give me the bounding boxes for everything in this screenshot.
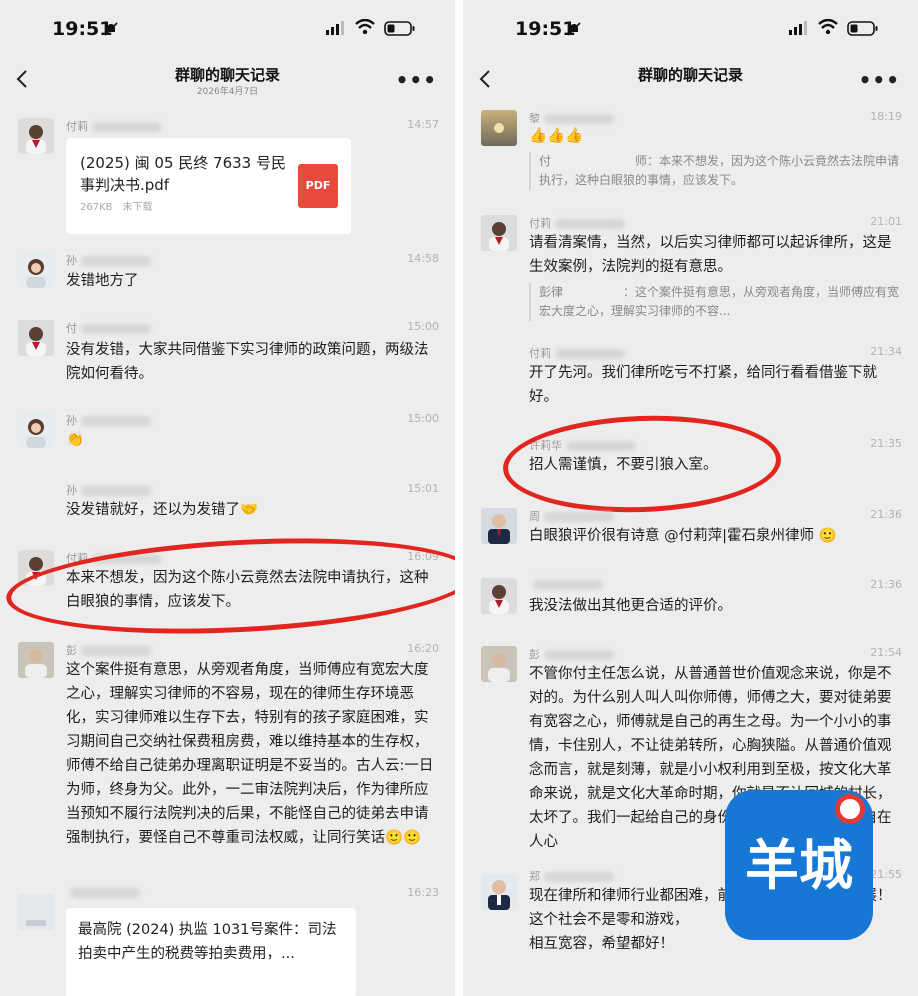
- avatar: [18, 118, 54, 154]
- avatar: [481, 578, 517, 614]
- message-time: 21:55: [870, 868, 902, 881]
- page-date: 2026年4月7日: [196, 87, 259, 97]
- page-title: 群聊的聊天记录: [637, 66, 743, 84]
- status-bar: 19:51: [463, 0, 918, 58]
- file-name: (2025) 闽 05 民终 7633 号民事判决书.pdf: [80, 154, 286, 194]
- quoted-message[interactable]: 付 师：本来不想发，因为这个陈小云竟然去法院申请执行，这种白眼狼的事情，应该发下…: [529, 152, 900, 190]
- message-text: 没有发错，大家共同借鉴下实习律师的政策问题，两级法院如何看待。: [66, 342, 429, 382]
- sender-name: [66, 886, 186, 899]
- message-text: 没发错就好，还以为发错了🤝: [66, 502, 259, 518]
- message-item: 付莉 14:57 (2025) 闽 05 民终 7633 号民事判决书.pdf …: [0, 118, 455, 238]
- message-item: 彭 16:20 这个案件挺有意思，从旁观者角度，当师傅应有宽宏大度之心，理解实习…: [0, 642, 455, 872]
- nav-bar: 群聊的聊天记录 2026年4月7日 •••: [0, 58, 455, 102]
- avatar: [481, 110, 517, 146]
- nav-bar: 群聊的聊天记录 •••: [463, 58, 918, 102]
- message-item: 黎 18:19 👍👍👍 付 师：本来不想发，因为这个陈小云竟然去法院申请执行，这…: [463, 110, 918, 190]
- message-time: 14:58: [407, 252, 439, 265]
- message-time: 16:20: [407, 642, 439, 655]
- avatar: [18, 894, 54, 930]
- message-text: 👏: [66, 432, 85, 448]
- message-item: 孙 15:01 没发错就好，还以为发错了🤝: [0, 482, 455, 522]
- wifi-icon: [818, 19, 838, 35]
- pdf-file-icon: PDF: [298, 164, 338, 208]
- sender-name: 付莉: [529, 345, 649, 361]
- message-time: 21:36: [870, 508, 902, 521]
- panel-divider: [455, 0, 463, 996]
- avatar: [481, 215, 517, 251]
- message-item: 16:23 最高院 (2024) 执监 1031号案件：司法拍卖中产生的税费等拍…: [0, 886, 455, 996]
- sender-name: 孙: [66, 482, 186, 498]
- link-text: 最高院 (2024) 执监 1031号案件：司法拍卖中产生的税费等拍卖费用，..…: [78, 922, 337, 962]
- link-card[interactable]: 最高院 (2024) 执监 1031号案件：司法拍卖中产生的税费等拍卖费用，..…: [66, 908, 356, 996]
- message-text: 我没法做出其他更合适的评价。: [529, 598, 732, 614]
- sender-name: 彭: [66, 642, 186, 658]
- avatar: [481, 646, 517, 682]
- wifi-icon: [355, 19, 375, 35]
- highlight-circle: [3, 527, 455, 645]
- page-title: 群聊的聊天记录: [174, 66, 280, 84]
- message-item: 付莉 21:34 开了先河。我们律所吃亏不打紧，给同行看看借鉴下就好。: [463, 345, 918, 415]
- file-meta: 267KB 未下载: [80, 202, 153, 213]
- sender-name: [529, 578, 649, 591]
- message-time: 16:23: [407, 886, 439, 899]
- avatar: [481, 874, 517, 910]
- message-time: 15:00: [407, 320, 439, 333]
- highlight-circle: [501, 411, 783, 517]
- avatar: [18, 320, 54, 356]
- battery-icon: [847, 21, 878, 36]
- message-time: 21:36: [870, 578, 902, 591]
- message-text: 👍👍👍: [529, 128, 584, 144]
- message-time: 14:57: [407, 118, 439, 131]
- avatar: [18, 252, 54, 288]
- avatar: [18, 412, 54, 448]
- message-time: 21:01: [870, 215, 902, 228]
- sender-name: 付莉: [529, 215, 649, 231]
- message-item: 付莉 21:01 请看清案情，当然，以后实习律师都可以起诉律所，这是生效案例，法…: [463, 215, 918, 321]
- message-text: 发错地方了: [66, 273, 139, 289]
- sender-name: 孙: [66, 252, 186, 268]
- sender-name: 付: [66, 320, 186, 336]
- message-text: 开了先河。我们律所吃亏不打紧，给同行看看借鉴下就好。: [529, 365, 877, 405]
- message-item: 付 15:00 没有发错，大家共同借鉴下实习律师的政策问题，两级法院如何看待。: [0, 320, 455, 390]
- avatar: [481, 508, 517, 544]
- message-time: 21:34: [870, 345, 902, 358]
- message-time: 15:01: [407, 482, 439, 495]
- message-item: 孙 14:58 发错地方了: [0, 252, 455, 297]
- sender-name: 彭: [529, 646, 649, 662]
- quoted-message[interactable]: 彭律 ：这个案件挺有意思，从旁观者角度，当师傅应有宽宏大度之心，理解实习律师的不…: [529, 283, 900, 321]
- message-text: 请看清案情，当然，以后实习律师都可以起诉律所，这是生效案例，法院判的挺有意思。: [529, 235, 892, 275]
- yangcheng-watermark-logo: 羊城: [725, 790, 873, 940]
- mute-bell-icon: [567, 22, 581, 36]
- sender-name: 付莉: [66, 118, 186, 134]
- message-time: 21:54: [870, 646, 902, 659]
- mute-bell-icon: [104, 22, 118, 36]
- more-icon[interactable]: •••: [859, 68, 900, 92]
- status-bar: 19:51: [0, 0, 455, 58]
- message-time: 15:00: [407, 412, 439, 425]
- message-time: 18:19: [870, 110, 902, 123]
- avatar: [18, 642, 54, 678]
- signal-icon: [326, 21, 344, 35]
- sender-name: 孙: [66, 412, 186, 428]
- signal-icon: [789, 21, 807, 35]
- sender-name: 周: [529, 508, 649, 524]
- sender-name: 郑: [529, 868, 649, 884]
- location-pin-icon: [835, 794, 865, 824]
- message-item: 周 21:36 白眼狼评价很有诗意 @付莉萍|霍石泉州律师 🙂: [463, 508, 918, 553]
- message-time: 21:35: [870, 437, 902, 450]
- message-item: 21:36 我没法做出其他更合适的评价。: [463, 578, 918, 623]
- message-text: 这个案件挺有意思，从旁观者角度，当师傅应有宽宏大度之心，理解实习律师的不容易，现…: [66, 662, 434, 846]
- more-icon[interactable]: •••: [396, 68, 437, 92]
- left-chat-screen: 19:51 群聊的聊天记录 2026年4月7日 ••• 付莉 14:57 (20…: [0, 0, 455, 996]
- message-text: 白眼狼评价很有诗意 @付莉萍|霍石泉州律师 🙂: [529, 528, 837, 544]
- message-item: 孙 15:00 👏: [0, 412, 455, 457]
- battery-icon: [384, 21, 415, 36]
- file-attachment[interactable]: (2025) 闽 05 民终 7633 号民事判决书.pdf 267KB 未下载…: [66, 138, 351, 234]
